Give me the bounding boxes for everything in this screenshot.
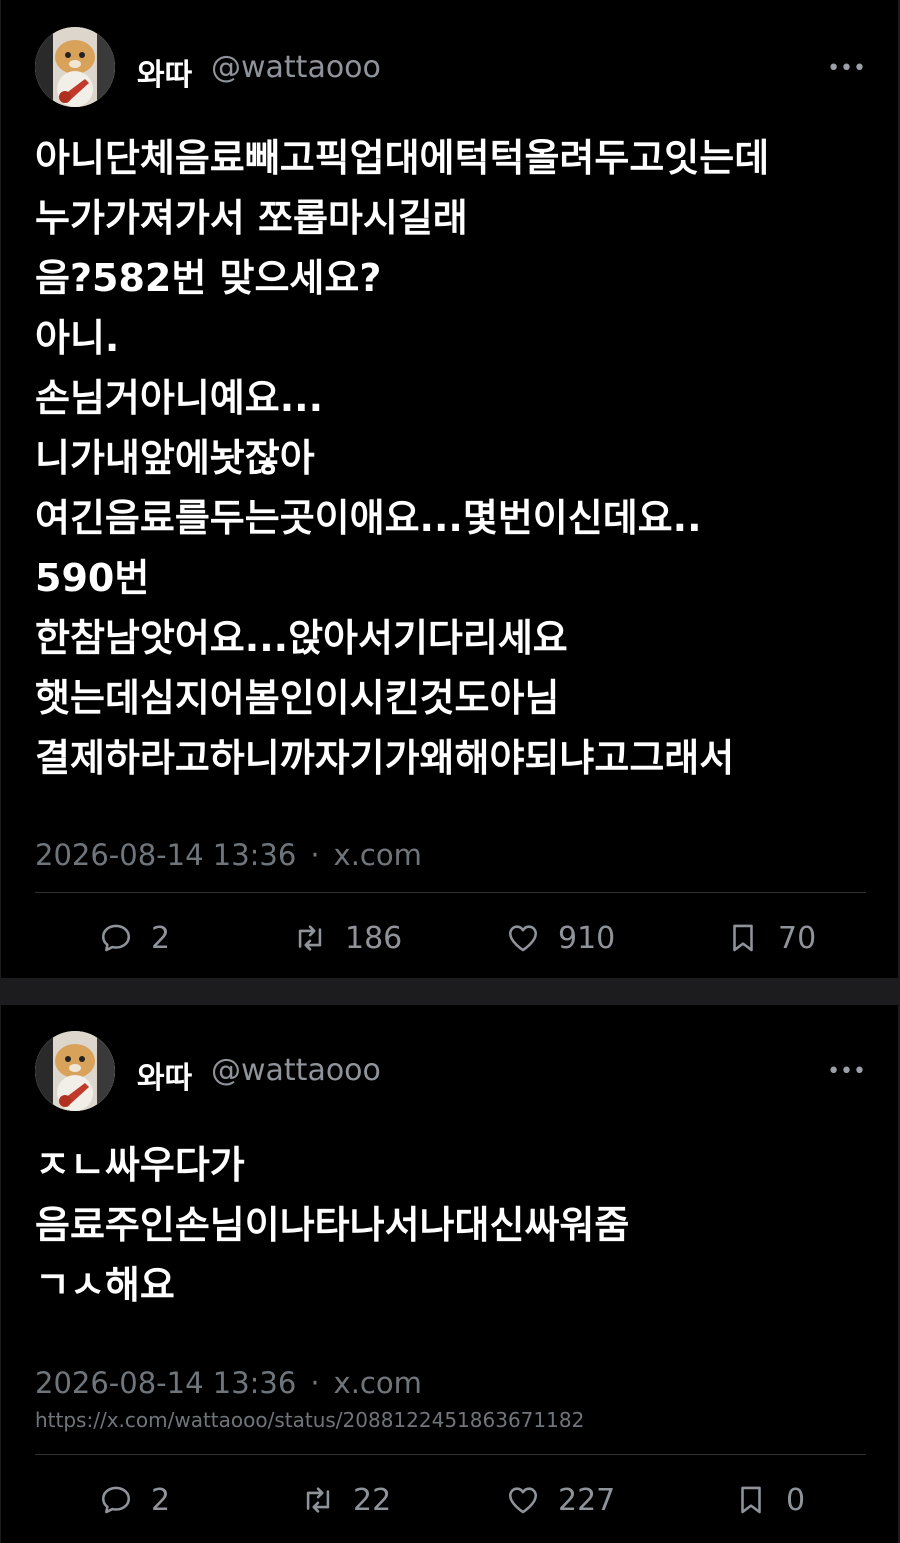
- action-bar: 2 186 910 70: [1, 918, 898, 958]
- bookmark-button[interactable]: 70: [726, 918, 816, 958]
- meta-separator: ·: [310, 1366, 320, 1400]
- like-count: 910: [558, 920, 616, 956]
- tweet-line: 결제하라고하니까자기가왜해야되냐고그래서: [35, 736, 735, 780]
- like-count: 227: [558, 1482, 616, 1518]
- retweet-icon: [298, 925, 322, 951]
- heart-icon: [508, 1487, 538, 1514]
- action-bar: 2 22 227 0: [1, 1480, 898, 1520]
- tweet-line: 한참남앗어요...앉아서기다리세요: [35, 616, 568, 660]
- author-name[interactable]: 와따: [137, 1053, 192, 1097]
- reply-icon: [101, 924, 131, 952]
- more-icon[interactable]: •••: [827, 56, 866, 81]
- avatar[interactable]: [35, 27, 115, 107]
- retweet-button[interactable]: 186: [293, 918, 402, 958]
- more-icon[interactable]: •••: [827, 1059, 866, 1084]
- divider: [35, 1454, 866, 1455]
- reply-count: 2: [151, 920, 171, 956]
- author-handle[interactable]: @wattaooo: [211, 50, 381, 85]
- tweet-line: 아니단체음료빼고픽업대에턱턱올려두고잇는데: [35, 136, 770, 180]
- retweet-count: 186: [345, 920, 403, 956]
- tweet-line: 590번: [35, 556, 150, 600]
- meta-separator: ·: [310, 838, 320, 872]
- author-handle[interactable]: @wattaooo: [211, 1053, 381, 1088]
- tweet-line: 니가내앞에놧잖아: [35, 436, 315, 480]
- like-button[interactable]: 910: [506, 918, 615, 958]
- tweet-line: 누가가져가서 쪼롭마시길래: [35, 196, 468, 240]
- retweet-icon: [306, 1487, 330, 1513]
- bookmark-count: 0: [786, 1482, 806, 1518]
- like-button[interactable]: 227: [506, 1480, 615, 1520]
- divider: [35, 892, 866, 893]
- reply-button[interactable]: 2: [99, 1480, 170, 1520]
- avatar-image: [35, 1031, 115, 1111]
- tweet-meta: 2026-08-14 13:36 · x.com: [35, 838, 422, 872]
- heart-icon: [508, 925, 538, 952]
- source-link[interactable]: x.com: [334, 838, 422, 872]
- timestamp[interactable]: 2026-08-14 13:36: [35, 838, 296, 872]
- tweet-line: 손님거아니예요...: [35, 376, 324, 420]
- tweet-url[interactable]: https://x.com/wattaooo/status/2088122451…: [35, 1408, 584, 1432]
- reply-button[interactable]: 2: [99, 918, 170, 958]
- tweet-text: 아니단체음료빼고픽업대에턱턱올려두고잇는데 누가가져가서 쪼롭마시길래 음?58…: [35, 128, 769, 788]
- tweet-card: 와따 @wattaooo ••• ㅈㄴ싸우다가 음료주인손님이나타나서나대신싸워…: [1, 1005, 898, 1543]
- tweet-card: 와따 @wattaooo ••• 아니단체음료빼고픽업대에턱턱올려두고잇는데 누…: [1, 0, 898, 978]
- tweet-line: 여긴음료를두는곳이애요...몇번이신데요..: [35, 496, 702, 540]
- tweet-line: 햇는데심지어봄인이시킨것도아님: [35, 676, 560, 720]
- author-name[interactable]: 와따: [137, 50, 192, 94]
- reply-count: 2: [151, 1482, 171, 1518]
- tweet-line: 음?582번 맞으세요?: [35, 256, 382, 300]
- tweet-line: ㅈㄴ싸우다가: [35, 1143, 245, 1187]
- tweet-text: ㅈㄴ싸우다가 음료주인손님이나타나서나대신싸워줌 ㄱㅅ해요: [35, 1135, 629, 1315]
- timestamp[interactable]: 2026-08-14 13:36: [35, 1366, 296, 1400]
- tweet-line: 음료주인손님이나타나서나대신싸워줌: [35, 1203, 630, 1247]
- reply-icon: [101, 1486, 131, 1514]
- bookmark-icon: [741, 1486, 761, 1514]
- avatar[interactable]: [35, 1031, 115, 1111]
- tweet-line: ㄱㅅ해요: [35, 1263, 175, 1307]
- avatar-image: [35, 27, 115, 107]
- tweet-meta: 2026-08-14 13:36 · x.com: [35, 1366, 422, 1400]
- source-link[interactable]: x.com: [334, 1366, 422, 1400]
- tweet-line: 아니.: [35, 316, 120, 360]
- bookmark-icon: [733, 924, 753, 952]
- bookmark-button[interactable]: 0: [734, 1480, 805, 1520]
- retweet-count: 22: [353, 1482, 392, 1518]
- bookmark-count: 70: [778, 920, 817, 956]
- retweet-button[interactable]: 22: [301, 1480, 391, 1520]
